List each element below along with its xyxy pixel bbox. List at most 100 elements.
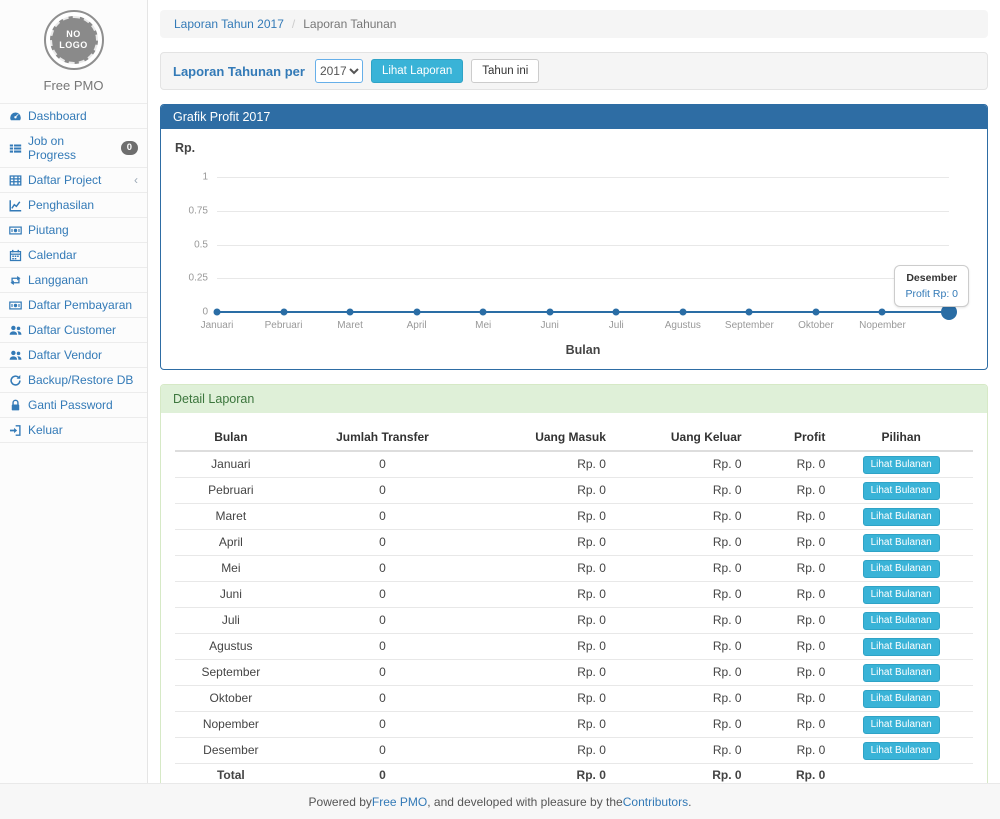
cell-actions: Lihat Bulanan — [829, 686, 973, 712]
sidebar-item-piutang[interactable]: Piutang — [0, 218, 147, 243]
chart-y-axis-label: Rp. — [175, 141, 195, 155]
view-monthly-button[interactable]: Lihat Bulanan — [863, 742, 940, 760]
tooltip-month: Desember — [905, 272, 958, 284]
table-total-row: Total0Rp. 0Rp. 0Rp. 0 — [175, 764, 973, 784]
cell: 0 — [287, 660, 479, 686]
cell: Rp. 0 — [478, 556, 610, 582]
sidebar-item-backup-restore-db[interactable]: Backup/Restore DB — [0, 368, 147, 393]
sidebar-item-label: Daftar Pembayaran — [28, 298, 132, 312]
cell: Rp. 0 — [478, 504, 610, 530]
view-report-button[interactable]: Lihat Laporan — [371, 59, 463, 83]
sidebar-menu: DashboardJob on Progress0Daftar Project‹… — [0, 103, 147, 443]
table-row-maret: Maret0Rp. 0Rp. 0Rp. 0Lihat Bulanan — [175, 504, 973, 530]
breadcrumb: Laporan Tahun 2017/Laporan Tahunan — [160, 10, 988, 38]
cell-actions: Lihat Bulanan — [829, 582, 973, 608]
cell: 0 — [287, 608, 479, 634]
sidebar-item-daftar-project[interactable]: Daftar Project‹ — [0, 168, 147, 193]
data-point-september[interactable] — [746, 309, 753, 316]
view-monthly-button[interactable]: Lihat Bulanan — [863, 586, 940, 604]
cell: 0 — [287, 451, 479, 478]
cell: Rp. 0 — [746, 582, 830, 608]
view-monthly-button[interactable]: Lihat Bulanan — [863, 508, 940, 526]
data-point-juni[interactable] — [546, 309, 553, 316]
cell: Rp. 0 — [478, 530, 610, 556]
view-monthly-button[interactable]: Lihat Bulanan — [863, 612, 940, 630]
view-monthly-button[interactable]: Lihat Bulanan — [863, 690, 940, 708]
chart-panel-title: Grafik Profit 2017 — [161, 105, 987, 129]
cell: Rp. 0 — [746, 634, 830, 660]
count-badge: 0 — [121, 141, 138, 155]
data-point-pebruari[interactable] — [280, 309, 287, 316]
view-monthly-button[interactable]: Lihat Bulanan — [863, 664, 940, 682]
view-monthly-button[interactable]: Lihat Bulanan — [863, 716, 940, 734]
sidebar-item-penghasilan[interactable]: Penghasilan — [0, 193, 147, 218]
chart-tooltip: Desember Profit Rp: 0 — [894, 265, 969, 307]
view-monthly-button[interactable]: Lihat Bulanan — [863, 534, 940, 552]
cell-actions: Lihat Bulanan — [829, 608, 973, 634]
no-logo-badge-icon: NO LOGO — [44, 10, 104, 70]
table-header-row: BulanJumlah TransferUang MasukUang Kelua… — [175, 425, 973, 451]
table-row-januari: Januari0Rp. 0Rp. 0Rp. 0Lihat Bulanan — [175, 451, 973, 478]
table-row-april: April0Rp. 0Rp. 0Rp. 0Lihat Bulanan — [175, 530, 973, 556]
data-point-juli[interactable] — [613, 309, 620, 316]
toolbar-label: Laporan Tahunan per — [173, 64, 305, 79]
x-tick-label: Juli — [609, 320, 624, 331]
data-point-agustus[interactable] — [679, 309, 686, 316]
sidebar-item-label: Daftar Vendor — [28, 348, 102, 362]
logo-line1: NO — [66, 29, 81, 40]
sidebar-item-label: Ganti Password — [28, 398, 113, 412]
data-point-maret[interactable] — [347, 309, 354, 316]
list-icon — [9, 142, 22, 155]
sidebar-item-keluar[interactable]: Keluar — [0, 418, 147, 443]
free-pmo-link[interactable]: Free PMO — [372, 795, 427, 809]
chart-x-axis-label: Bulan — [566, 343, 601, 357]
table-row-september: September0Rp. 0Rp. 0Rp. 0Lihat Bulanan — [175, 660, 973, 686]
breadcrumb-link[interactable]: Laporan Tahun 2017 — [174, 17, 284, 31]
sidebar-item-job-on-progress[interactable]: Job on Progress0 — [0, 129, 147, 168]
year-select[interactable]: 2017 — [315, 59, 363, 83]
cell-actions: Lihat Bulanan — [829, 451, 973, 478]
sidebar-item-daftar-pembayaran[interactable]: Daftar Pembayaran — [0, 293, 147, 318]
data-point-januari[interactable] — [214, 309, 221, 316]
data-point-mei[interactable] — [480, 309, 487, 316]
chart-gridline — [217, 177, 949, 178]
cell: Rp. 0 — [746, 712, 830, 738]
x-tick-label: Juni — [541, 320, 559, 331]
sidebar-item-ganti-password[interactable]: Ganti Password — [0, 393, 147, 418]
cell: Rp. 0 — [478, 660, 610, 686]
sidebar-item-calendar[interactable]: Calendar — [0, 243, 147, 268]
this-year-button[interactable]: Tahun ini — [471, 59, 539, 83]
x-tick-label: Januari — [201, 320, 234, 331]
retweet-icon — [9, 274, 22, 287]
cell: Rp. 0 — [610, 478, 746, 504]
cell-actions: Lihat Bulanan — [829, 660, 973, 686]
profit-chart-panel: Grafik Profit 2017 Rp. Bulan Desember Pr… — [160, 104, 988, 370]
breadcrumb-current: Laporan Tahunan — [303, 17, 396, 31]
cell: 0 — [287, 530, 479, 556]
cell: Rp. 0 — [478, 738, 610, 764]
data-point-april[interactable] — [413, 309, 420, 316]
table-body: Januari0Rp. 0Rp. 0Rp. 0Lihat BulananPebr… — [175, 451, 973, 783]
cell: 0 — [287, 686, 479, 712]
view-monthly-button[interactable]: Lihat Bulanan — [863, 456, 940, 474]
sign-out-icon — [9, 424, 22, 437]
view-monthly-button[interactable]: Lihat Bulanan — [863, 638, 940, 656]
money-icon — [9, 299, 22, 312]
data-point-oktober[interactable] — [812, 309, 819, 316]
detail-report-panel: Detail Laporan BulanJumlah TransferUang … — [160, 384, 988, 783]
data-point-nopember[interactable] — [879, 309, 886, 316]
view-monthly-button[interactable]: Lihat Bulanan — [863, 482, 940, 500]
sidebar-item-dashboard[interactable]: Dashboard — [0, 104, 147, 129]
contributors-link[interactable]: Contributors — [623, 795, 688, 809]
sidebar-item-daftar-vendor[interactable]: Daftar Vendor — [0, 343, 147, 368]
sidebar-item-langganan[interactable]: Langganan — [0, 268, 147, 293]
view-monthly-button[interactable]: Lihat Bulanan — [863, 560, 940, 578]
sidebar-item-daftar-customer[interactable]: Daftar Customer — [0, 318, 147, 343]
users-icon — [9, 324, 22, 337]
cell: Rp. 0 — [478, 712, 610, 738]
cell: Rp. 0 — [610, 530, 746, 556]
cell: Rp. 0 — [746, 686, 830, 712]
x-tick-label: Oktober — [798, 320, 834, 331]
report-toolbar: Laporan Tahunan per 2017 Lihat Laporan T… — [160, 52, 988, 90]
cell: Rp. 0 — [746, 530, 830, 556]
